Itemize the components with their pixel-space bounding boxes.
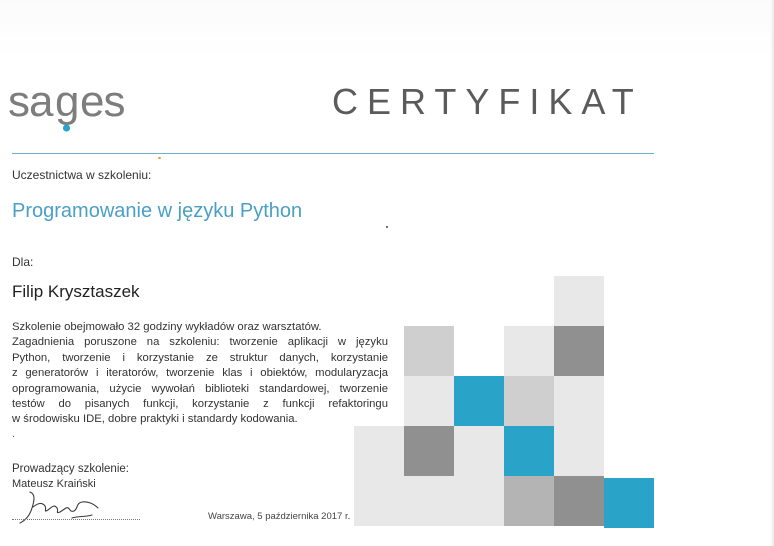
mosaic-tile-light	[504, 376, 554, 426]
certificate-title: CERTYFIKAT	[332, 81, 643, 122]
description-line: Szkolenie obejmowało 32 godziny wykładów…	[12, 321, 322, 333]
mosaic-tile-light	[404, 326, 454, 376]
recipient-name: Filip Krysztaszek	[12, 282, 140, 301]
participation-label: Uczestnictwa w szkoleniu:	[12, 168, 152, 182]
description-line: Zagadnienia poruszone na szkoleniu: twor…	[12, 336, 388, 349]
description-line: w środowisku IDE, dobre praktyki i stand…	[12, 413, 298, 426]
mosaic-tile-dark	[554, 476, 604, 526]
mosaic-tile-dark	[554, 326, 604, 376]
paper-speck	[386, 226, 388, 228]
svg-text:es: es	[80, 78, 124, 126]
sages-logo-image: sa g es	[8, 77, 125, 132]
mosaic-tile-pale	[554, 376, 604, 426]
mosaic-tile-mid	[504, 476, 554, 526]
description-line: oprogramowania, użycie wywołań bibliotek…	[12, 382, 388, 395]
description-line: z generatorów i iteratorów, tworzenie kl…	[12, 367, 388, 380]
mosaic-tile-pale	[404, 476, 454, 526]
signature-drawing	[19, 491, 99, 524]
description-extra: .	[12, 428, 16, 440]
mosaic-tile-pale	[354, 426, 404, 476]
description-line: Python, tworzenie i korzystanie ze struk…	[12, 351, 388, 364]
description-line: testów do pisanych funkcji, korzystanie …	[12, 398, 388, 411]
mosaic-tile-blue	[604, 478, 654, 528]
instructor-signature	[12, 488, 112, 531]
mosaic-tile-pale	[554, 276, 604, 326]
svg-text:g: g	[55, 78, 79, 126]
svg-text:sa: sa	[8, 78, 54, 126]
mosaic-tile-pale	[554, 426, 604, 476]
course-description: Szkolenie obejmowało 32 godziny wykładów…	[12, 320, 388, 428]
instructor-label: Prowadzący szkolenie:	[12, 463, 129, 475]
certificate-page: sa g es CERTYFIKAT Uczestnictwa w szkole…	[0, 0, 774, 546]
mosaic-tile-pale	[404, 376, 454, 426]
sages-logo: sa g es	[8, 77, 148, 141]
course-title: Programowanie w języku Python	[12, 200, 303, 222]
mosaic-tile-blue	[454, 376, 504, 426]
mosaic-tile-pale	[354, 476, 404, 526]
header-divider	[12, 153, 654, 154]
page-edge-shadow	[770, 0, 774, 546]
mosaic-tile-pale	[504, 326, 554, 376]
signature-line	[12, 519, 140, 520]
mosaic-tile-blue	[504, 426, 554, 476]
place-and-date: Warszawa, 5 października 2017 r.	[208, 511, 351, 522]
paper-speck	[158, 157, 161, 159]
mosaic-tile-pale	[454, 426, 504, 476]
mosaic-tile-dark	[404, 426, 454, 476]
mosaic-tile-pale	[454, 476, 504, 526]
recipient-label: Dla:	[12, 255, 34, 269]
